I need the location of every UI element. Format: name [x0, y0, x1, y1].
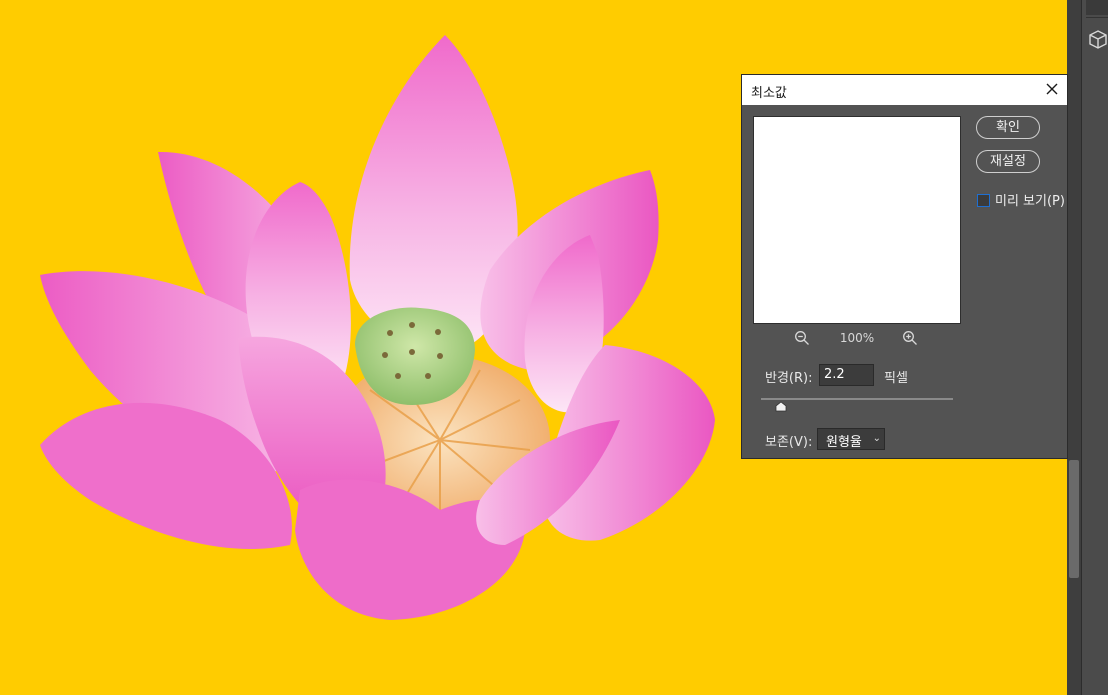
radius-unit-label: 픽셀 [884, 371, 908, 386]
zoom-out-icon[interactable] [794, 330, 810, 346]
right-tool-panel [1081, 0, 1108, 695]
preserve-label: 보존(V): [765, 435, 813, 450]
reset-button[interactable]: 재설정 [976, 150, 1040, 173]
minimum-filter-dialog: 최소값 100% 확인 재설정 미리 보기(P) 반경(R): 2.2 픽셀 보… [741, 74, 1068, 459]
radius-slider-track[interactable] [761, 398, 953, 400]
chevron-down-icon: ⌄ [872, 433, 881, 444]
preserve-dropdown[interactable]: 원형율 ⌄ [817, 428, 885, 450]
filter-preview-pane[interactable] [753, 116, 961, 324]
close-icon[interactable] [1043, 80, 1061, 98]
preview-checkbox[interactable] [977, 194, 990, 207]
ok-button[interactable]: 확인 [976, 116, 1040, 139]
preserve-selected-value: 원형율 [826, 435, 862, 450]
vertical-scrollbar[interactable] [1067, 0, 1081, 695]
scrollbar-thumb[interactable] [1069, 460, 1079, 578]
panel-collapse-button[interactable] [1086, 0, 1108, 15]
dialog-titlebar[interactable]: 최소값 [742, 75, 1067, 105]
3d-cube-icon[interactable] [1088, 28, 1108, 50]
panel-divider [1086, 17, 1108, 18]
zoom-level-text: 100% [839, 331, 875, 345]
radius-slider-thumb[interactable] [775, 401, 787, 412]
dialog-title: 최소값 [751, 86, 787, 101]
radius-label: 반경(R): [765, 371, 813, 386]
preview-checkbox-label[interactable]: 미리 보기(P) [995, 190, 1065, 209]
radius-input[interactable]: 2.2 [819, 364, 874, 386]
zoom-in-icon[interactable] [902, 330, 918, 346]
